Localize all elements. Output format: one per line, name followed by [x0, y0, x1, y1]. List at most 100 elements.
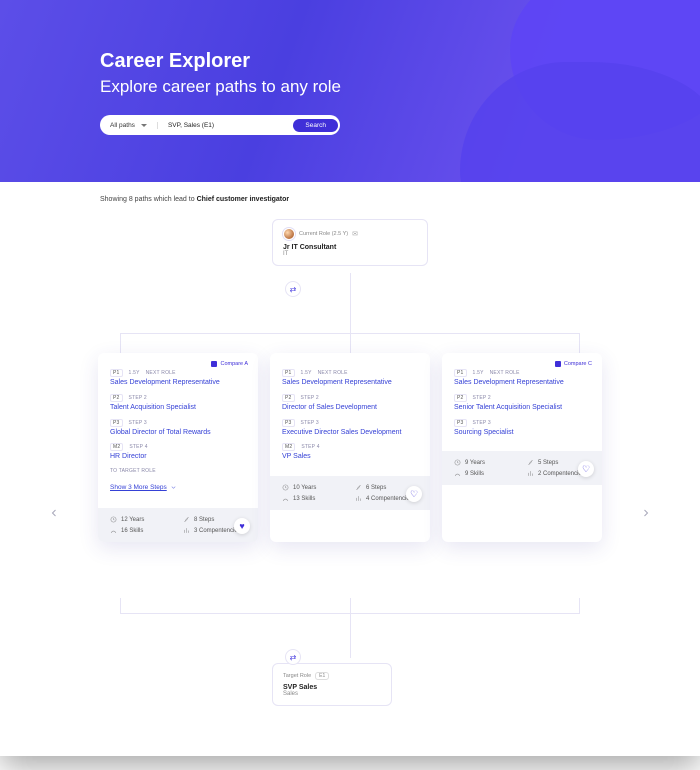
to-target-label: TO TARGET ROLE — [110, 468, 156, 474]
step-stage-label: NEXT ROLE — [318, 370, 348, 376]
step-stage-label: STEP 4 — [301, 444, 319, 450]
step-stage-label: STEP 3 — [301, 420, 319, 426]
path-card-footer: 10 Years 6 Steps 13 Skills 4 Compentenci… — [270, 476, 430, 510]
step-level-badge: P2 — [110, 394, 123, 402]
path-step: P2 STEP 2 Senior Talent Acquisition Spec… — [454, 394, 590, 413]
path-step: P1 1.5Y NEXT ROLE Sales Development Repr… — [282, 369, 418, 388]
path-step: M2 STEP 4 HR Director — [110, 443, 246, 462]
connector-line — [350, 273, 351, 333]
path-card-footer: 12 Years 8 Steps 16 Skills 3 Compentenci… — [98, 508, 258, 542]
bar-chart-icon — [183, 527, 190, 534]
step-role-link[interactable]: Sales Development Representative — [282, 379, 418, 388]
steps-icon — [355, 484, 362, 491]
bar-chart-icon — [527, 470, 534, 477]
path-step: P2 STEP 2 Talent Acquisition Specialist — [110, 394, 246, 413]
path-step: P3 STEP 3 Global Director of Total Rewar… — [110, 419, 246, 438]
chevron-down-icon — [170, 484, 177, 491]
step-stage-label: STEP 2 — [129, 395, 147, 401]
path-step: P1 1.5Y NEXT ROLE Sales Development Repr… — [454, 369, 590, 388]
swap-target-icon[interactable]: ⇄ — [285, 649, 301, 665]
step-level-badge: P2 — [282, 394, 295, 402]
show-more-steps-link[interactable]: Show 3 More Steps — [110, 484, 177, 491]
path-filter-dropdown[interactable]: All paths — [110, 122, 158, 129]
step-role-link[interactable]: HR Director — [110, 453, 246, 462]
path-step: P3 STEP 3 Sourcing Specialist — [454, 419, 590, 438]
target-role-node[interactable]: Target Role E1 SVP Sales Sales — [272, 663, 392, 706]
step-role-link[interactable]: Global Director of Total Rewards — [110, 429, 246, 438]
connector-line — [350, 598, 351, 613]
clock-icon — [282, 484, 289, 491]
results-mid: paths which lead to — [135, 196, 195, 203]
path-card-footer: 9 Years 5 Steps 9 Skills 2 Compentencies… — [442, 451, 602, 485]
path-card[interactable]: Compare A P1 1.5Y NEXT ROLE Sales Develo… — [98, 353, 258, 542]
hero-banner: Career Explorer Explore career paths to … — [0, 0, 700, 182]
skills-stat: 9 Skills — [454, 470, 517, 477]
results-target-role: Chief customer investigator — [197, 196, 290, 203]
swap-role-icon[interactable]: ⇄ — [285, 281, 301, 297]
step-level-badge: P1 — [454, 369, 467, 377]
results-summary: Showing 8 paths which lead to Chief cust… — [0, 182, 700, 203]
connector-line — [120, 333, 121, 353]
connector-line — [350, 333, 351, 353]
compare-toggle[interactable]: Compare A — [211, 361, 248, 367]
current-role-node[interactable]: Current Role (2.5 Y) ✉ Jr IT Consultant … — [272, 219, 428, 266]
favorite-button[interactable]: ♡ — [578, 461, 594, 477]
step-role-link[interactable]: VP Sales — [282, 453, 418, 462]
years-stat: 12 Years — [110, 516, 173, 523]
steps-icon — [527, 459, 534, 466]
skills-stat: 13 Skills — [282, 495, 345, 502]
search-bar: All paths SVP, Sales (E1) Search — [100, 115, 340, 135]
current-role-dept: IT — [283, 251, 417, 257]
years-stat: 9 Years — [454, 459, 517, 466]
step-role-link[interactable]: Senior Talent Acquisition Specialist — [454, 404, 590, 413]
search-button[interactable]: Search — [293, 119, 338, 132]
target-role-dept: Sales — [283, 691, 381, 697]
target-role-level: E1 — [315, 672, 329, 680]
current-role-title: Jr IT Consultant — [283, 244, 417, 251]
path-card[interactable]: Compare C P1 1.5Y NEXT ROLE Sales Develo… — [442, 353, 602, 542]
compare-toggle[interactable]: Compare C — [555, 361, 592, 367]
step-role-link[interactable]: Executive Director Sales Development — [282, 429, 418, 438]
connector-line — [579, 598, 580, 613]
step-stage-label: STEP 2 — [473, 395, 491, 401]
target-role-tag: Target Role — [283, 673, 311, 679]
step-level-badge: P3 — [454, 419, 467, 427]
step-level-badge: P3 — [110, 419, 123, 427]
path-step: P1 1.5Y NEXT ROLE Sales Development Repr… — [110, 369, 246, 388]
skills-icon — [282, 495, 289, 502]
step-role-link[interactable]: Talent Acquisition Specialist — [110, 404, 246, 413]
connector-line — [579, 333, 580, 353]
avatar-icon — [283, 228, 295, 240]
favorite-button[interactable]: ♥ — [234, 518, 250, 534]
step-level-badge: P1 — [110, 369, 123, 377]
target-role-title: SVP Sales — [283, 684, 381, 691]
to-target-section: TO TARGET ROLE Show 3 More Steps — [110, 468, 246, 494]
message-icon[interactable]: ✉ — [352, 230, 358, 238]
step-stage-label: NEXT ROLE — [146, 370, 176, 376]
clock-icon — [110, 516, 117, 523]
target-role-input[interactable]: SVP, Sales (E1) — [158, 122, 293, 129]
results-count: 8 — [129, 196, 133, 203]
step-stage-label: NEXT ROLE — [490, 370, 520, 376]
step-role-link[interactable]: Sales Development Representative — [454, 379, 590, 388]
steps-icon — [183, 516, 190, 523]
current-role-tag: Current Role (2.5 Y) — [299, 231, 348, 237]
step-stage-label: STEP 3 — [473, 420, 491, 426]
years-stat: 10 Years — [282, 484, 345, 491]
skills-icon — [454, 470, 461, 477]
step-level-badge: P1 — [282, 369, 295, 377]
path-card[interactable]: P1 1.5Y NEXT ROLE Sales Development Repr… — [270, 353, 430, 542]
favorite-button[interactable]: ♡ — [406, 486, 422, 502]
step-stage-label: STEP 2 — [301, 395, 319, 401]
step-level-badge: M2 — [110, 443, 123, 451]
step-role-link[interactable]: Sourcing Specialist — [454, 429, 590, 438]
step-role-link[interactable]: Sales Development Representative — [110, 379, 246, 388]
step-role-link[interactable]: Director of Sales Development — [282, 404, 418, 413]
skills-stat: 16 Skills — [110, 527, 173, 534]
bar-chart-icon — [355, 495, 362, 502]
step-level-badge: P2 — [454, 394, 467, 402]
path-step: M2 STEP 4 VP Sales — [282, 443, 418, 462]
connector-line — [350, 613, 351, 658]
step-level-badge: M2 — [282, 443, 295, 451]
results-prefix: Showing — [100, 196, 127, 203]
